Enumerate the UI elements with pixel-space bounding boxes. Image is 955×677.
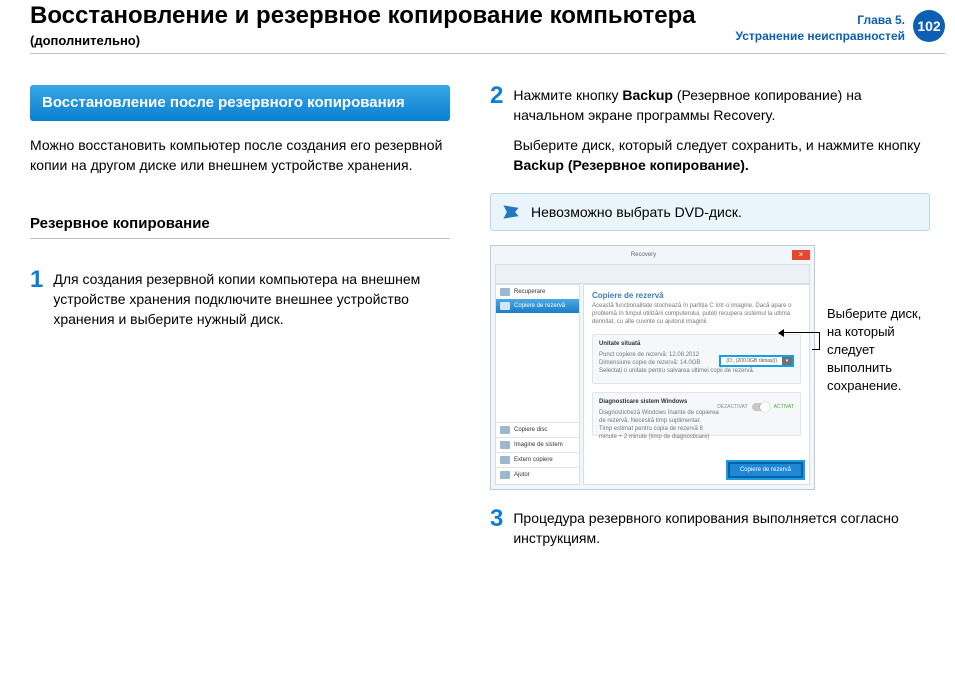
help-icon xyxy=(500,471,510,479)
info-bar: Невозможно выбрать DVD-диск. xyxy=(490,193,930,231)
page-subtitle: (дополнительно) xyxy=(30,33,140,48)
step-2-number: 2 xyxy=(490,85,503,107)
step-3-text: Процедура резервного копирования выполня… xyxy=(513,508,930,548)
left-column: Восстановление после резервного копирова… xyxy=(30,85,450,343)
callout-text: Выберите диск, на который следует выполн… xyxy=(827,305,930,395)
diagnostic-panel-line: Timp estimat pentru copia de rezervă 8 m… xyxy=(599,425,719,441)
drive-panel-line: Selectați o unitate pentru salvarea ulti… xyxy=(599,367,794,375)
diagnostic-toggle[interactable]: DEZACTIVAT ACTIVAT xyxy=(717,403,794,411)
subsection-title: Резервное копирование xyxy=(30,215,450,239)
sidebar-item-label: Ajutor xyxy=(514,472,530,478)
sidebar-item-recovery[interactable]: Recuperare xyxy=(496,285,579,299)
section-banner: Восстановление после резервного копирова… xyxy=(30,85,450,121)
image-icon xyxy=(500,441,510,449)
sidebar-item-systemimage[interactable]: Imagine de sistem xyxy=(496,437,579,452)
sidebar-item-label: Imagine de sistem xyxy=(514,442,563,448)
main-title: Copiere de rezervă xyxy=(592,291,801,300)
step-1-number: 1 xyxy=(30,269,43,291)
app-sidebar: Recuperare Copiere de rezervă Copiere di… xyxy=(495,284,580,485)
backup-button[interactable]: Copiere de rezervă xyxy=(728,462,803,478)
diagnostic-panel: Diagnosticare sistem Windows Diagnostich… xyxy=(592,392,801,436)
close-icon[interactable]: × xyxy=(792,250,810,260)
recovery-icon xyxy=(500,288,510,296)
drive-select-label: (D:, (200.0GB rămași)) xyxy=(721,357,782,365)
step-2-text-a: Нажмите кнопку xyxy=(513,87,622,103)
toggle-off-label: DEZACTIVAT xyxy=(717,403,747,411)
drive-panel: Unitate situată Punct copiere de rezervă… xyxy=(592,334,801,384)
app-toolbar xyxy=(495,264,810,284)
sidebar-item-backup[interactable]: Copiere de rezervă xyxy=(496,299,579,313)
step-3-number: 3 xyxy=(490,508,503,530)
step-2: 2 Нажмите кнопку Backup (Резервное копир… xyxy=(490,85,930,175)
step-2-text: Нажмите кнопку Backup (Резервное копиров… xyxy=(513,85,930,175)
step-2-bold-1: Backup xyxy=(622,87,673,103)
step-1-text: Для создания резервной копии компьютера … xyxy=(53,269,450,329)
chevron-down-icon: ▾ xyxy=(782,357,792,365)
intro-text: Можно восстановить компьютер после созда… xyxy=(30,135,450,175)
step-2-bold-2: Backup (Резервное копирование). xyxy=(513,157,748,173)
main-description: Această funcționalitate stochează în par… xyxy=(592,302,801,326)
page-title: Восстановление и резервное копирование к… xyxy=(30,2,696,30)
chapter-line-2: Устранение неисправностей xyxy=(736,28,905,44)
chapter-line-1: Глава 5. xyxy=(736,12,905,28)
disc-icon xyxy=(500,426,510,434)
chapter-label: Глава 5. Устранение неисправностей xyxy=(736,12,905,44)
callout-arrow xyxy=(782,332,820,350)
sidebar-item-label: Recuperare xyxy=(514,289,545,295)
backup-icon xyxy=(500,302,510,310)
sidebar-item-copydisc[interactable]: Copiere disc xyxy=(496,422,579,437)
info-text: Невозможно выбрать DVD-диск. xyxy=(531,204,742,220)
sidebar-item-label: Copiere de rezervă xyxy=(514,303,565,309)
divider xyxy=(30,53,945,54)
recovery-app-window: Recovery × Recuperare Copiere de rezervă… xyxy=(490,245,815,490)
sidebar-item-label: Extern copiere xyxy=(514,457,553,463)
page-number: 102 xyxy=(913,10,945,42)
note-icon xyxy=(501,202,521,222)
sidebar-bottom: Copiere disc Imagine de sistem Extern co… xyxy=(496,422,579,482)
app-title: Recovery xyxy=(495,252,792,258)
step-2-text-d: Выберите диск, который следует сохранить… xyxy=(513,137,920,153)
toggle-on-label: ACTIVAT xyxy=(774,403,794,411)
sidebar-item-extern[interactable]: Extern copiere xyxy=(496,452,579,467)
sidebar-item-help[interactable]: Ajutor xyxy=(496,467,579,482)
app-titlebar: Recovery × xyxy=(495,249,810,261)
step-3: 3 Процедура резервного копирования выпол… xyxy=(490,508,930,548)
app-main: Copiere de rezervă Această funcționalita… xyxy=(583,284,810,485)
step-1: 1 Для создания резервной копии компьютер… xyxy=(30,269,450,329)
toggle-icon xyxy=(752,403,770,411)
sidebar-item-label: Copiere disc xyxy=(514,427,547,433)
screenshot-wrap: Recovery × Recuperare Copiere de rezervă… xyxy=(490,245,930,490)
right-column: 2 Нажмите кнопку Backup (Резервное копир… xyxy=(490,85,930,562)
drive-panel-title: Unitate situată xyxy=(599,340,794,348)
drive-select[interactable]: (D:, (200.0GB rămași)) ▾ xyxy=(719,355,794,367)
drive-icon xyxy=(500,456,510,464)
diagnostic-panel-line: Diagnosticheză Windows înainte de copier… xyxy=(599,409,719,425)
